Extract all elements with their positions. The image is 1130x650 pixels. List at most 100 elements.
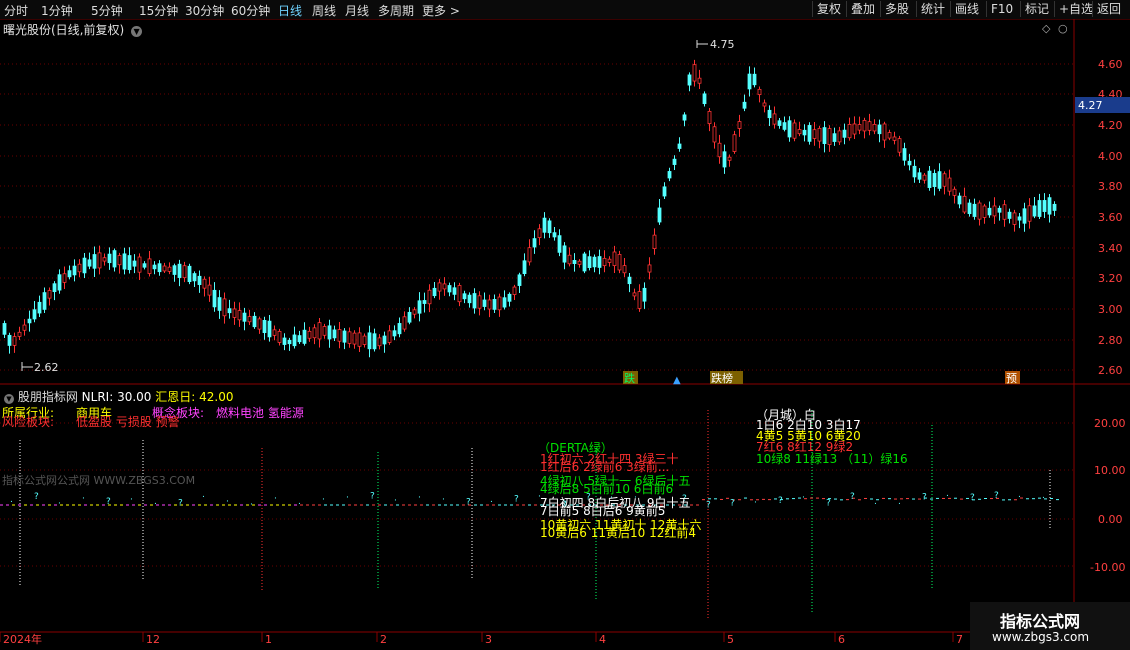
derta-yellow-line: 10黄后6 11黄后10 12红前4 <box>540 526 696 540</box>
candle-body <box>327 325 332 340</box>
concept-value: 燃料电池 氢能源 <box>216 406 304 420</box>
candle-body <box>287 339 292 345</box>
candle-body <box>857 124 862 131</box>
indicator-mark: · <box>250 500 253 510</box>
candle-body <box>37 301 42 314</box>
candle-body <box>762 102 767 107</box>
price-tick: 3.40 <box>1098 242 1123 255</box>
candle-body <box>392 330 397 337</box>
candle-body <box>997 207 1002 213</box>
candle-body <box>737 121 742 129</box>
candle-body <box>22 324 27 331</box>
candle-body <box>1037 200 1042 217</box>
price-tick: 4.20 <box>1098 119 1123 132</box>
indicator-mark: ? <box>706 501 711 511</box>
watermark-line1: 指标公式网 <box>1000 612 1081 631</box>
candle-body <box>832 133 837 142</box>
candle-body <box>807 125 812 142</box>
price-tick: 2.80 <box>1098 334 1123 347</box>
derta-red-line: 1红后6 2绿前6 3绿前... <box>540 460 670 474</box>
candle-body <box>322 326 327 336</box>
low-label: 2.62 <box>34 361 59 374</box>
candle-body <box>707 111 712 124</box>
candle-body <box>622 265 627 274</box>
candle-body <box>92 254 97 269</box>
candle-body <box>642 287 647 302</box>
indicator-tick: 0.00 <box>1098 513 1123 526</box>
indicator-title: ▼ 股朋指标网 NLRI: 30.00 汇恩日: 42.00 <box>4 388 233 405</box>
candle-body <box>177 263 182 278</box>
candle-body <box>942 173 947 187</box>
indicator-mark: ? <box>106 497 111 507</box>
candle-body <box>757 88 762 96</box>
candle-body <box>312 327 317 339</box>
candle-body <box>1002 204 1007 220</box>
indicator-mark: ? <box>370 491 375 501</box>
candle-body <box>682 114 687 121</box>
candle-body <box>842 129 847 138</box>
candle-body <box>497 296 502 311</box>
settings-circle-icon[interactable]: ▼ <box>4 394 14 404</box>
up-arrow-icon: ▲ <box>673 375 681 386</box>
indicator-mark: · <box>82 494 85 504</box>
candle-body <box>487 299 492 310</box>
time-label: 6 <box>838 633 845 646</box>
price-tick: 3.60 <box>1098 211 1123 224</box>
indicator-mark: ? <box>850 492 855 502</box>
candlestick-series <box>2 59 1057 358</box>
candle-body <box>802 129 807 136</box>
candle-body <box>1007 211 1012 219</box>
candle-body <box>957 195 962 205</box>
watermark-text: 指标公式网公式网 WWW.ZBGS3.COM <box>2 474 196 487</box>
indicator-mark: · <box>154 499 157 509</box>
time-label: 5 <box>727 633 734 646</box>
candle-body <box>307 330 312 339</box>
candle-body <box>227 308 232 314</box>
candle-body <box>87 259 92 267</box>
indicator-mark: · <box>802 493 805 503</box>
candle-body <box>117 255 122 266</box>
indicator-mark: · <box>754 498 757 508</box>
candle-body <box>272 329 277 336</box>
candle-body <box>337 329 342 342</box>
candle-body <box>817 127 822 142</box>
candle-body <box>517 274 522 286</box>
candle-body <box>1027 205 1032 222</box>
indicator-mark: ? <box>826 499 831 509</box>
candle-body <box>382 335 387 345</box>
candle-body <box>472 293 477 309</box>
indicator-mark: · <box>418 493 421 503</box>
candle-body <box>892 136 897 141</box>
indicator-mark: ? <box>970 493 975 503</box>
candle-body <box>247 316 252 323</box>
candle-body <box>122 253 127 270</box>
candle-body <box>672 158 677 165</box>
indicator-tick: 20.00 <box>1094 417 1126 430</box>
price-tick: 3.80 <box>1098 180 1123 193</box>
grid-lines <box>0 63 1074 567</box>
candle-body <box>667 171 672 179</box>
candle-body <box>102 257 107 262</box>
candle-body <box>282 337 287 345</box>
candle-body <box>137 256 142 273</box>
candle-body <box>972 203 977 217</box>
event-marker: 预 <box>1006 372 1017 385</box>
indicator-mark: · <box>226 497 229 507</box>
candle-body <box>587 256 592 268</box>
candle-body <box>62 273 67 283</box>
candle-body <box>917 172 922 180</box>
candle-body <box>477 295 482 309</box>
indicator-series: ·?··? · · ?· · ··· · ·? · · ·? ·? ·?? · · ·??? ·? ·??· ·? ·… <box>0 410 1059 620</box>
candle-body <box>702 93 707 105</box>
candle-body <box>457 285 462 303</box>
candle-body <box>777 120 782 126</box>
candle-body <box>782 122 787 130</box>
candle-body <box>767 109 772 119</box>
candle-body <box>507 293 512 302</box>
candle-body <box>2 323 7 335</box>
event-marker: 跌 <box>624 371 635 385</box>
candle-body <box>547 220 552 234</box>
candle-body <box>1012 212 1017 225</box>
candle-body <box>32 309 37 320</box>
indicator-mark: · <box>274 494 277 504</box>
